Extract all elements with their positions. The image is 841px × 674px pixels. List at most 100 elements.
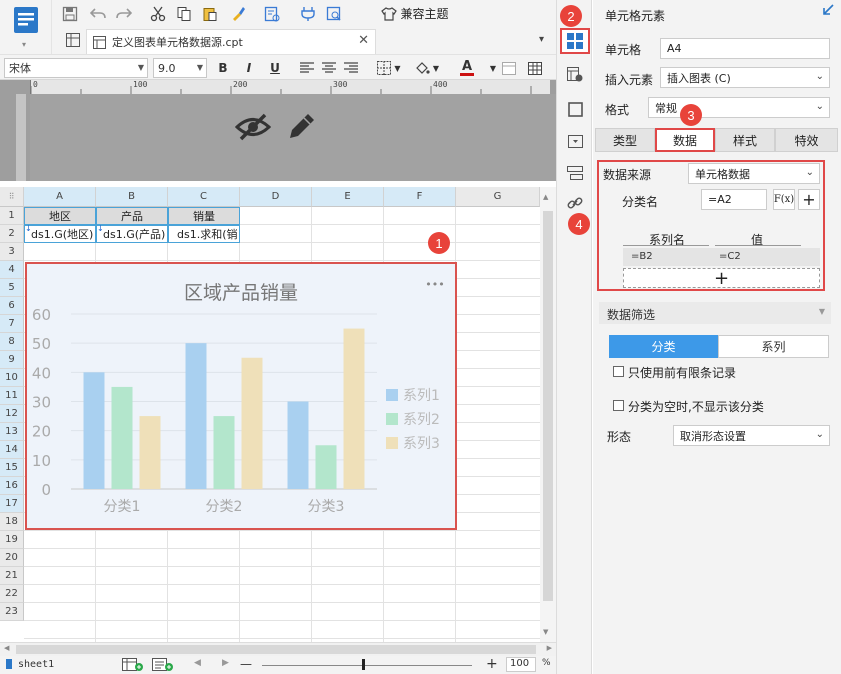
bold-button[interactable]: B bbox=[214, 59, 232, 77]
sheet-tab[interactable]: sheet1 bbox=[18, 659, 54, 670]
border-icon[interactable]: ▼ bbox=[374, 59, 404, 77]
cell-input[interactable]: A4 bbox=[660, 38, 830, 59]
logo-dropdown-icon[interactable]: ▾ bbox=[22, 40, 26, 49]
font-color-button[interactable]: A bbox=[452, 59, 482, 77]
cut-icon[interactable] bbox=[148, 3, 168, 24]
undo-icon[interactable] bbox=[88, 3, 108, 24]
filter-header[interactable]: 数据筛选 ▼ bbox=[599, 302, 831, 324]
cell-c2[interactable]: ds1.求和(销 bbox=[168, 225, 240, 243]
add-series-button[interactable]: + bbox=[623, 268, 820, 289]
tab-data[interactable]: 数据 bbox=[655, 128, 715, 152]
condition-attr-tab[interactable] bbox=[560, 160, 590, 186]
cell-style-icon[interactable] bbox=[500, 59, 518, 77]
row-header[interactable]: 6 bbox=[0, 297, 24, 315]
category-input[interactable]: =A2 bbox=[701, 189, 767, 210]
column-header[interactable]: D bbox=[240, 187, 312, 207]
cell-element-tab[interactable] bbox=[560, 28, 590, 54]
row-header[interactable]: 11 bbox=[0, 387, 24, 405]
vertical-scrollbar[interactable]: ▲ ▼ bbox=[540, 187, 556, 642]
row-header[interactable]: 2 bbox=[0, 225, 24, 243]
align-center-icon[interactable] bbox=[320, 59, 338, 77]
add-report-sheet-icon[interactable] bbox=[152, 658, 174, 674]
limit-records-checkbox[interactable] bbox=[613, 366, 624, 377]
series-row[interactable]: =B2 =C2 bbox=[623, 248, 820, 266]
chart-more-icon[interactable]: ••• bbox=[425, 278, 444, 291]
row-header[interactable]: 12 bbox=[0, 405, 24, 423]
collapse-panel-icon[interactable] bbox=[822, 4, 834, 19]
align-left-icon[interactable] bbox=[298, 59, 316, 77]
zoom-slider-track[interactable] bbox=[262, 665, 472, 666]
shape-select[interactable]: 取消形态设置 ⌄ bbox=[673, 425, 830, 446]
paste-icon[interactable] bbox=[200, 3, 220, 24]
column-header[interactable]: C bbox=[168, 187, 240, 207]
font-select[interactable]: 宋体 ▼ bbox=[4, 58, 148, 78]
zoom-in-button[interactable]: + bbox=[486, 656, 498, 672]
column-header[interactable]: F bbox=[384, 187, 456, 207]
scroll-up-icon[interactable]: ▲ bbox=[543, 193, 548, 201]
row-header[interactable]: 5 bbox=[0, 279, 24, 297]
prev-sheet-icon[interactable]: ◀ bbox=[194, 658, 201, 668]
preview-icon[interactable] bbox=[324, 3, 344, 24]
edit-pencil-icon[interactable] bbox=[286, 110, 318, 145]
tab-effect[interactable]: 特效 bbox=[775, 128, 838, 152]
theme-button[interactable]: 兼容主题 bbox=[378, 3, 452, 24]
column-header[interactable]: A bbox=[24, 187, 96, 207]
cell-b1[interactable]: 产品 bbox=[96, 207, 168, 225]
bar-chart[interactable]: 区域产品销量 ••• 0102030405060 分类1 分类2 分类3 系列1系列… bbox=[27, 264, 455, 528]
column-header[interactable]: E bbox=[312, 187, 384, 207]
row-header[interactable]: 13 bbox=[0, 423, 24, 441]
cell-attr-icon[interactable] bbox=[262, 3, 282, 24]
scroll-right-icon[interactable]: ▶ bbox=[547, 644, 552, 652]
cell-a1[interactable]: 地区 bbox=[24, 207, 96, 225]
formula-button[interactable]: F(x) bbox=[773, 189, 795, 210]
scroll-left-icon[interactable]: ◀ bbox=[4, 644, 9, 652]
corner-select-all[interactable]: ⠿ bbox=[0, 187, 24, 207]
row-header[interactable]: 18 bbox=[0, 513, 24, 531]
row-header[interactable]: 4 bbox=[0, 261, 24, 279]
row-header[interactable]: 3 bbox=[0, 243, 24, 261]
format-painter-icon[interactable] bbox=[228, 3, 248, 24]
row-header[interactable]: 10 bbox=[0, 369, 24, 387]
italic-button[interactable]: I bbox=[240, 59, 258, 77]
row-header[interactable]: 9 bbox=[0, 351, 24, 369]
table-icon[interactable] bbox=[526, 59, 544, 77]
grid-icon[interactable] bbox=[66, 33, 80, 50]
save-icon[interactable] bbox=[60, 3, 80, 24]
add-category-button[interactable]: + bbox=[798, 189, 820, 210]
redo-icon[interactable] bbox=[114, 3, 134, 24]
format-select[interactable]: 常规 ⌄ bbox=[648, 97, 830, 118]
cell-attr-tab[interactable] bbox=[560, 62, 590, 88]
filter-tab-series[interactable]: 系列 bbox=[718, 335, 829, 358]
border-attr-tab[interactable] bbox=[560, 96, 590, 122]
fill-color-icon[interactable]: ▼ bbox=[412, 59, 442, 77]
vertical-scroll-thumb[interactable] bbox=[543, 211, 553, 601]
hyperlink-attr-tab[interactable] bbox=[560, 190, 590, 216]
cell-b2[interactable]: ds1.G(产品) bbox=[96, 225, 168, 243]
column-header[interactable]: B bbox=[96, 187, 168, 207]
row-header[interactable]: 23 bbox=[0, 603, 24, 621]
zoom-slider-thumb[interactable] bbox=[362, 659, 365, 670]
hide-empty-checkbox[interactable] bbox=[613, 400, 624, 411]
plugin-icon[interactable] bbox=[298, 3, 318, 24]
cell-c1[interactable]: 销量 bbox=[168, 207, 240, 225]
copy-icon[interactable] bbox=[174, 3, 194, 24]
row-header[interactable]: 17 bbox=[0, 495, 24, 513]
file-tab[interactable]: 定义图表单元格数据源.cpt ✕ bbox=[86, 29, 376, 54]
tab-menu-icon[interactable]: ▾ bbox=[539, 34, 544, 45]
close-tab-icon[interactable]: ✕ bbox=[358, 33, 369, 48]
zoom-out-button[interactable]: — bbox=[240, 657, 252, 671]
widget-attr-tab[interactable] bbox=[560, 128, 590, 154]
horizontal-scrollbar[interactable]: ◀ ▶ bbox=[0, 642, 556, 656]
row-header[interactable]: 8 bbox=[0, 333, 24, 351]
filter-tab-category[interactable]: 分类 bbox=[609, 335, 718, 358]
scroll-down-icon[interactable]: ▼ bbox=[543, 628, 548, 636]
row-header[interactable]: 20 bbox=[0, 549, 24, 567]
tab-style[interactable]: 样式 bbox=[715, 128, 775, 152]
row-header[interactable]: 1 bbox=[0, 207, 24, 225]
column-header[interactable]: G bbox=[456, 187, 540, 207]
zoom-input[interactable]: 100 bbox=[506, 657, 536, 672]
cell-a2[interactable]: ds1.G(地区) bbox=[24, 225, 96, 243]
tab-type[interactable]: 类型 bbox=[595, 128, 655, 152]
row-header[interactable]: 21 bbox=[0, 567, 24, 585]
next-sheet-icon[interactable]: ▶ bbox=[222, 658, 229, 668]
